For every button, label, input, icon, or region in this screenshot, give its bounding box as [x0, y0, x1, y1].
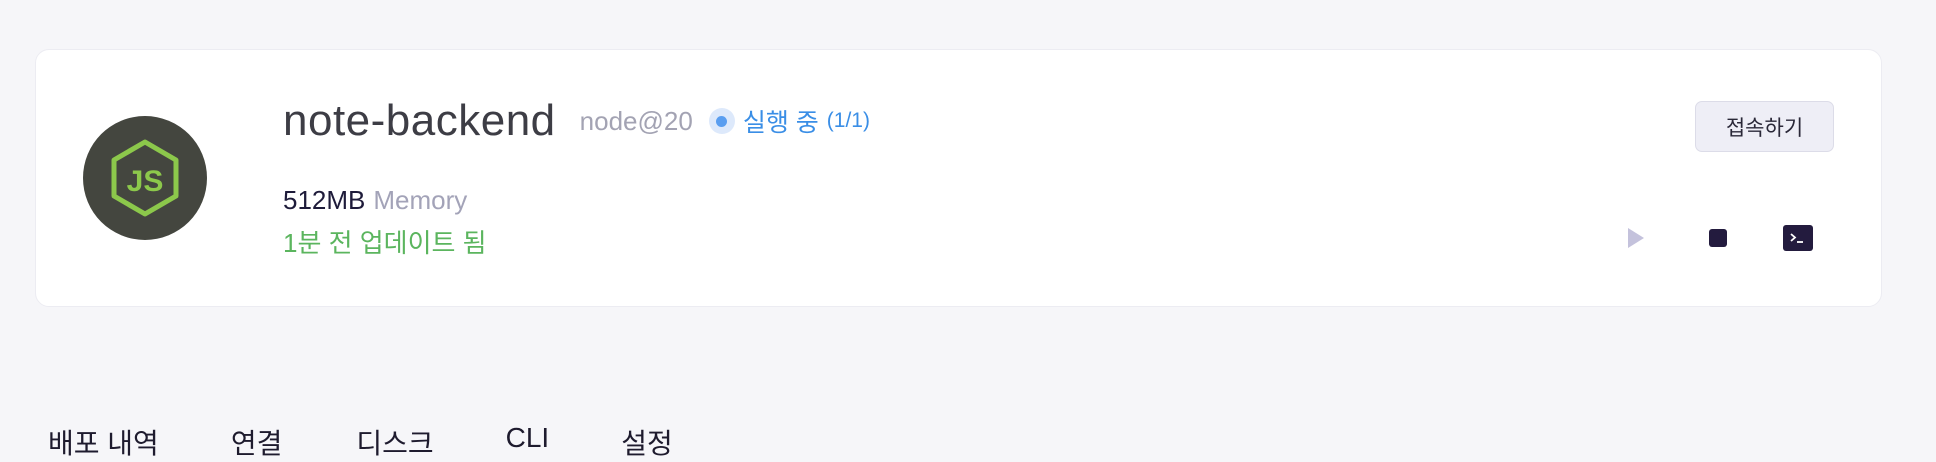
terminal-button[interactable]	[1782, 222, 1814, 254]
tab-bar: 배포 내역 연결 디스크 CLI 설정	[48, 422, 745, 462]
play-icon	[1628, 228, 1644, 248]
tab-settings[interactable]: 설정	[621, 422, 673, 462]
tab-connection[interactable]: 연결	[231, 422, 283, 462]
play-button[interactable]	[1618, 222, 1650, 254]
connect-button[interactable]: 접속하기	[1695, 101, 1834, 152]
memory-info: 512MB Memory	[283, 185, 467, 216]
status-badge: 실행 중 (1/1)	[708, 103, 870, 139]
tab-deploy-history[interactable]: 배포 내역	[48, 422, 159, 462]
svg-text:JS: JS	[127, 165, 164, 198]
status-text: 실행 중	[742, 109, 819, 137]
status-count: (1/1)	[826, 109, 870, 132]
updated-time: 1분 전 업데이트 됨	[283, 228, 487, 258]
tab-disk[interactable]: 디스크	[356, 422, 433, 462]
app-name: note-backend	[283, 96, 556, 145]
status-dot-icon	[708, 108, 735, 134]
app-card: JS note-backend node@20 실행 중 (1/1) 512MB…	[35, 49, 1882, 307]
title-row: note-backend node@20 실행 중 (1/1)	[283, 96, 870, 146]
stop-button[interactable]	[1702, 222, 1734, 254]
tab-cli[interactable]: CLI	[506, 422, 550, 462]
runtime-label: node@20	[579, 105, 693, 136]
memory-label: Memory	[373, 185, 468, 215]
memory-value: 512MB	[283, 185, 366, 215]
stop-icon	[1709, 229, 1727, 247]
terminal-icon	[1783, 225, 1813, 251]
nodejs-icon: JS	[83, 116, 207, 240]
